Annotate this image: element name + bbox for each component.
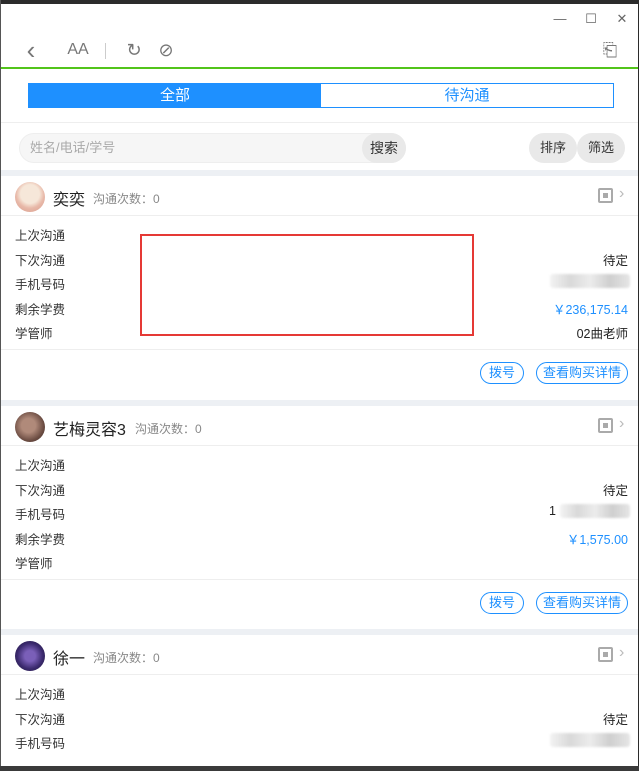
load-progress-bar (1, 67, 638, 69)
dial-button[interactable]: 拨号 (480, 591, 524, 614)
row-value: 待定 (602, 712, 628, 727)
row-label: 下次沟通 (15, 483, 66, 498)
detail-row-advisor: 学管师 (1, 548, 638, 573)
redacted-phone (550, 274, 630, 288)
qr-code-icon[interactable] (598, 188, 613, 203)
detail-row-remaining-fee: 剩余学费 ￥1,575.00 (1, 524, 638, 549)
redacted-phone (550, 733, 630, 747)
compass-icon[interactable]: ⊘ (155, 38, 177, 62)
row-value: 1 (549, 504, 556, 518)
tab-pending[interactable]: 待沟通 (321, 84, 613, 107)
card-header[interactable]: 徐一 沟通次数：0 › (1, 635, 638, 675)
row-label: 学管师 (15, 557, 53, 571)
student-name: 徐一 (53, 651, 86, 668)
card-actions: 拨号 查看购买详情 (1, 580, 638, 624)
purchase-details-button[interactable]: 查看购买详情 (536, 591, 628, 614)
row-label: 手机号码 (15, 737, 66, 751)
row-value: 02曲老师 (576, 327, 628, 341)
redacted-phone (560, 504, 630, 518)
contact-count: 沟通次数：0 (93, 651, 160, 665)
row-value: 待定 (602, 483, 628, 498)
row-label: 剩余学费 (15, 532, 66, 547)
font-size-icon[interactable]: AA (65, 38, 91, 62)
browser-toolbar: ‹ AA ↻ ⊘ ⎗ (1, 34, 638, 68)
detail-row-next-contact: 下次沟通 待定 (1, 704, 638, 729)
row-label: 上次沟通 (15, 229, 66, 243)
avatar (15, 412, 45, 442)
row-label: 下次沟通 (15, 253, 66, 268)
card-header[interactable]: 奕奕 沟通次数：0 › (1, 176, 638, 216)
detail-row-last-contact: 上次沟通 (1, 450, 638, 475)
student-card: 徐一 沟通次数：0 › 上次沟通 下次沟通 待定 手机号码 (1, 629, 638, 759)
row-value: ￥236,175.14 (552, 302, 628, 317)
purchase-details-button[interactable]: 查看购买详情 (536, 361, 628, 384)
card-details: 上次沟通 下次沟通 待定 手机号码 1 剩余学费 ￥1,575.00 学管师 (1, 446, 638, 580)
row-label: 剩余学费 (15, 302, 66, 317)
chevron-right-icon[interactable]: › (619, 185, 624, 203)
minimize-button[interactable]: — (553, 12, 567, 26)
row-label: 上次沟通 (15, 459, 66, 473)
window-edge (0, 0, 1, 771)
highlight-annotation-box (140, 234, 474, 336)
filter-button[interactable]: 筛选 (577, 133, 625, 163)
student-card: 艺梅灵容3 沟通次数：0 › 上次沟通 下次沟通 待定 手机号码 1 剩余学费 … (1, 400, 638, 624)
refresh-icon[interactable]: ↻ (123, 38, 145, 62)
search-bar: 姓名/电话/学号 搜索 排序 筛选 (1, 122, 638, 170)
row-label: 手机号码 (15, 508, 66, 522)
row-label: 手机号码 (15, 278, 66, 292)
qr-code-icon[interactable] (598, 647, 613, 662)
close-button[interactable]: ✕ (615, 12, 629, 26)
contact-count: 沟通次数：0 (93, 192, 160, 206)
exit-icon[interactable]: ⎗ (599, 38, 621, 62)
student-name: 奕奕 (53, 192, 86, 209)
row-label: 下次沟通 (15, 712, 66, 727)
taskbar-strip (0, 766, 639, 771)
row-label: 上次沟通 (15, 688, 66, 702)
title-bar: — ☐ ✕ (1, 4, 638, 34)
chevron-right-icon[interactable]: › (619, 644, 624, 662)
app-window: — ☐ ✕ ‹ AA ↻ ⊘ ⎗ 全部 待沟通 姓名/电话/学号 搜索 排序 筛… (1, 4, 638, 771)
dial-button[interactable]: 拨号 (480, 361, 524, 384)
contact-count: 沟通次数：0 (135, 422, 202, 436)
maximize-button[interactable]: ☐ (584, 12, 598, 26)
qr-code-icon[interactable] (598, 418, 613, 433)
tab-bar: 全部 待沟通 (28, 83, 614, 108)
card-header[interactable]: 艺梅灵容3 沟通次数：0 › (1, 406, 638, 446)
card-actions: 拨号 查看购买详情 (1, 350, 638, 394)
row-value: 待定 (602, 253, 628, 268)
sort-button[interactable]: 排序 (529, 133, 577, 163)
back-icon[interactable]: ‹ (21, 37, 41, 63)
chevron-right-icon[interactable]: › (619, 415, 624, 433)
avatar (15, 641, 45, 671)
row-label: 学管师 (15, 327, 53, 341)
detail-row-last-contact: 上次沟通 (1, 679, 638, 704)
tab-all[interactable]: 全部 (29, 84, 321, 107)
avatar (15, 182, 45, 212)
toolbar-divider (105, 43, 106, 59)
search-input[interactable]: 姓名/电话/学号 (19, 133, 406, 163)
search-button[interactable]: 搜索 (362, 133, 406, 163)
card-details: 上次沟通 下次沟通 待定 手机号码 (1, 675, 638, 759)
row-value: ￥1,575.00 (566, 532, 628, 547)
detail-row-next-contact: 下次沟通 待定 (1, 475, 638, 500)
detail-row-phone: 手机号码 1 (1, 499, 638, 524)
student-name: 艺梅灵容3 (53, 422, 126, 439)
detail-row-phone: 手机号码 (1, 728, 638, 753)
